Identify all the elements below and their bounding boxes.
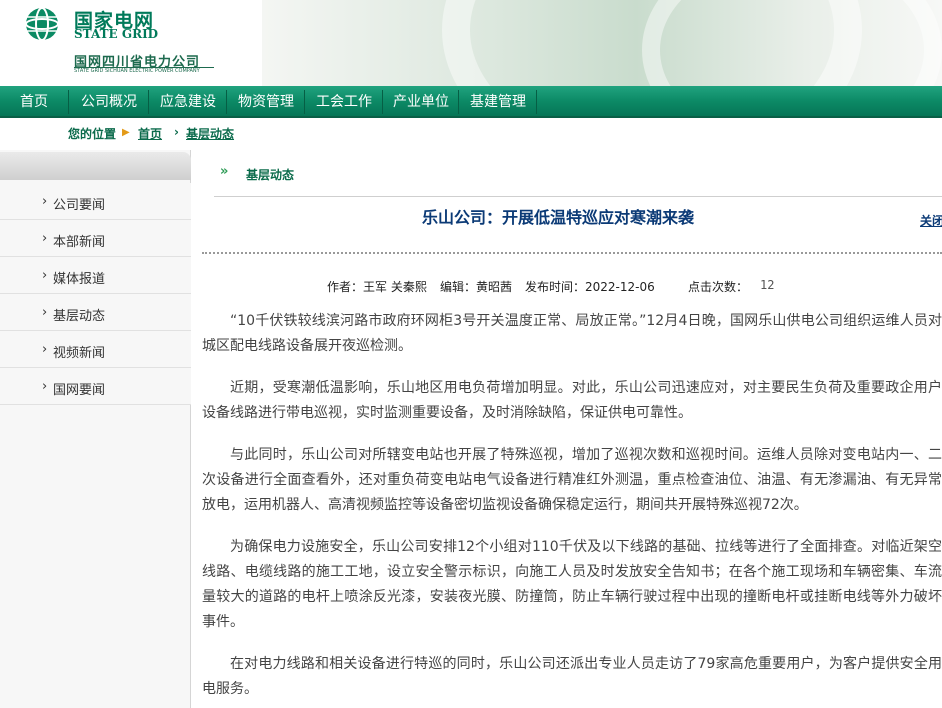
company-name-en: STATE GRID SICHUAN ELECTRIC POWER COMPAN… — [74, 68, 200, 74]
chevron-right-icon: › — [42, 379, 48, 394]
nav-company-overview[interactable]: 公司概况 — [70, 86, 148, 118]
site-header: 国家电网 STATE GRID 国网四川省电力公司 STATE GRID SIC… — [0, 0, 942, 86]
article-author: 作者：王军 关秦熙 — [327, 280, 427, 294]
article-content: » 基层动态 乐山公司：开展低温特巡应对寒潮来袭 关闭 作者：王军 关秦熙 编辑… — [192, 150, 942, 708]
article-paragraph: 近期，受寒潮低温影响，乐山地区用电负荷增加明显。对此，乐山公司迅速应对，对主要民… — [202, 380, 942, 421]
breadcrumb-current[interactable]: 基层动态 — [186, 125, 234, 142]
chevron-right-icon: › — [42, 268, 48, 283]
publish-time: 发布时间：2022-12-06 — [525, 280, 655, 294]
breadcrumb-home-link[interactable]: 首页 — [138, 125, 162, 142]
nav-infrastructure[interactable]: 基建管理 — [460, 86, 536, 118]
sidebar-item-label: 媒体报道 — [53, 272, 106, 287]
double-chevron-icon: » — [220, 164, 229, 179]
breadcrumb-prefix: 您的位置 — [68, 127, 117, 141]
header-banner — [262, 0, 942, 86]
chevron-right-icon: › — [42, 342, 48, 357]
nav-union[interactable]: 工会工作 — [306, 86, 382, 118]
close-link[interactable]: 关闭 — [920, 212, 942, 229]
state-grid-globe-icon — [25, 7, 59, 41]
click-count-label: 点击次数： — [688, 280, 749, 294]
sidebar-item-label: 基层动态 — [53, 309, 106, 324]
sidebar-item-label: 公司要闻 — [53, 198, 106, 213]
sidebar-header — [0, 152, 191, 180]
breadcrumb-separator: › — [174, 125, 179, 139]
sidebar-item-label: 视频新闻 — [53, 346, 106, 361]
article-paragraph: 为确保电力设施安全，乐山公司安排12个小组对110千伏及以下线路的基础、拉线等进… — [202, 539, 942, 630]
sidebar: › 公司要闻 › 本部新闻 › 媒体报道 › 基层动态 › 视频新闻 › 国网要… — [0, 150, 191, 708]
sidebar-item-hq-news[interactable]: › 本部新闻 — [0, 220, 191, 257]
sidebar-item-company-news[interactable]: › 公司要闻 — [0, 183, 191, 220]
chevron-right-icon: › — [42, 194, 48, 209]
section-title: 基层动态 — [246, 168, 295, 182]
chevron-right-icon: › — [42, 231, 48, 246]
article-editor: 编辑：黄昭茜 — [440, 280, 513, 294]
sidebar-item-label: 国网要闻 — [53, 383, 106, 398]
brand-name-en: STATE GRID — [74, 27, 159, 41]
dotted-divider — [202, 252, 942, 254]
sidebar-item-video[interactable]: › 视频新闻 — [0, 331, 191, 368]
sidebar-item-media[interactable]: › 媒体报道 — [0, 257, 191, 294]
sidebar-item-sgcc-news[interactable]: › 国网要闻 — [0, 368, 191, 405]
article-title: 乐山公司：开展低温特巡应对寒潮来袭 — [421, 208, 694, 227]
sidebar-item-label: 本部新闻 — [53, 235, 106, 250]
nav-industry[interactable]: 产业单位 — [384, 86, 458, 118]
article-body: “10千伏铁较线滨河路市政府环网柜3号开关温度正常、局放正常。”12月4日晚，国… — [202, 309, 942, 708]
click-count: 12 — [760, 278, 775, 292]
nav-emergency[interactable]: 应急建设 — [150, 86, 226, 118]
main-nav: 首页 公司概况 应急建设 物资管理 工会工作 产业单位 基建管理 — [0, 86, 942, 118]
article-paragraph: 与此同时，乐山公司对所辖变电站也开展了特殊巡视，增加了巡视次数和巡视时间。运维人… — [202, 447, 942, 513]
chevron-right-icon: › — [42, 305, 48, 320]
nav-home[interactable]: 首页 — [0, 86, 68, 118]
nav-materials[interactable]: 物资管理 — [228, 86, 304, 118]
article-paragraph: “10千伏铁较线滨河路市政府环网柜3号开关温度正常、局放正常。”12月4日晚，国… — [202, 313, 942, 354]
breadcrumb-arrow-icon: ▶ — [122, 127, 130, 138]
article-paragraph: 在对电力线路和相关设备进行特巡的同时，乐山公司还派出专业人员走访了79家高危重要… — [202, 656, 942, 697]
divider — [214, 196, 942, 197]
sidebar-item-grassroots[interactable]: › 基层动态 — [0, 294, 191, 331]
